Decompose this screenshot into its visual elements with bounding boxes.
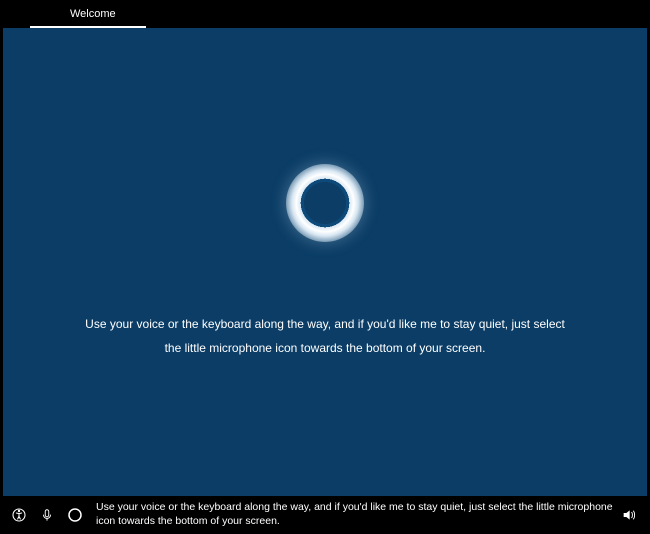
microphone-icon[interactable] [38, 506, 56, 524]
accessibility-icon[interactable] [10, 506, 28, 524]
bottom-caption: Use your voice or the keyboard along the… [92, 501, 620, 528]
main-panel: Use your voice or the keyboard along the… [3, 28, 647, 496]
tab-bar: Welcome [0, 0, 650, 28]
instruction-text: Use your voice or the keyboard along the… [85, 312, 565, 360]
cortana-icon[interactable] [66, 506, 84, 524]
bottom-icons-right [620, 506, 642, 524]
bottom-bar: Use your voice or the keyboard along the… [0, 496, 650, 534]
cortana-ring-icon [286, 164, 364, 242]
bottom-icons-left [8, 506, 92, 524]
tab-welcome[interactable]: Welcome [30, 2, 146, 28]
volume-icon[interactable] [620, 506, 638, 524]
